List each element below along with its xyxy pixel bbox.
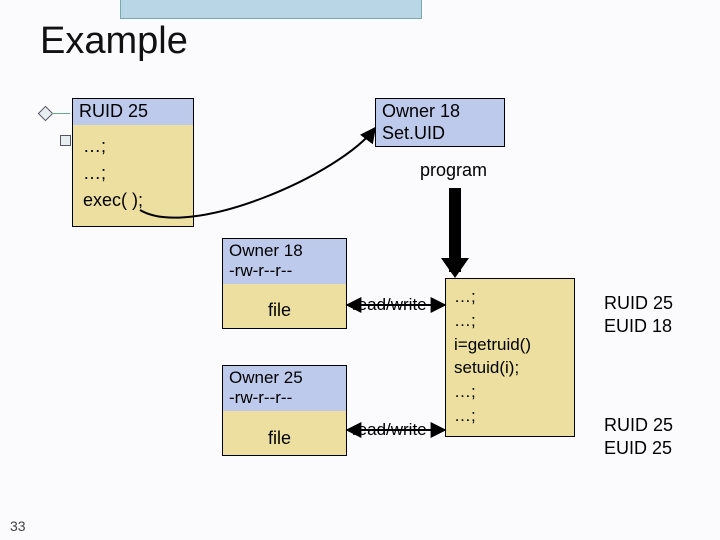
ids2-euid: EUID 25 <box>604 437 673 460</box>
file1-perms: -rw-r--r-- <box>229 261 340 281</box>
readwrite-label-2: read/write <box>352 420 427 440</box>
ids-block-2: RUID 25 EUID 25 <box>604 414 673 459</box>
prog-line: …; <box>454 285 566 309</box>
program-label: program <box>420 160 487 181</box>
prog-line: i=getruid() <box>454 333 566 357</box>
page-number: 33 <box>10 518 26 534</box>
readwrite-label-1: read/write <box>352 295 427 315</box>
setuid-line: Set.UID <box>382 123 498 145</box>
bullet-stem <box>52 113 70 114</box>
connectors-svg <box>0 0 720 540</box>
slide-title: Example <box>40 20 188 63</box>
program-run-box: …; …; i=getruid() setuid(i); …; …; <box>445 278 575 437</box>
bullet-square-icon <box>60 135 71 146</box>
file1-word: file <box>268 300 291 321</box>
file2-word: file <box>268 428 291 449</box>
file2-owner: Owner 25 <box>229 368 340 388</box>
ids1-euid: EUID 18 <box>604 315 673 338</box>
slide: Example RUID 25 …; …; exec( ); Owner 18 … <box>0 0 720 540</box>
prog-line: …; <box>454 309 566 333</box>
top-accent-bar <box>120 0 422 19</box>
prog-line: …; <box>454 380 566 404</box>
file1-owner: Owner 18 <box>229 241 340 261</box>
file2-perms: -rw-r--r-- <box>229 388 340 408</box>
prog-line: setuid(i); <box>454 356 566 380</box>
setuid-box: Owner 18 Set.UID <box>375 98 505 147</box>
process-box: RUID 25 …; …; exec( ); <box>72 98 194 227</box>
process-line: …; <box>83 160 183 187</box>
process-line: …; <box>83 133 183 160</box>
ids1-ruid: RUID 25 <box>604 292 673 315</box>
bullet-diamond-icon <box>38 106 54 122</box>
process-line: exec( ); <box>83 187 183 214</box>
setuid-line: Owner 18 <box>382 101 498 123</box>
ids2-ruid: RUID 25 <box>604 414 673 437</box>
prog-line: …; <box>454 404 566 428</box>
process-header: RUID 25 <box>73 99 193 125</box>
ids-block-1: RUID 25 EUID 18 <box>604 292 673 337</box>
